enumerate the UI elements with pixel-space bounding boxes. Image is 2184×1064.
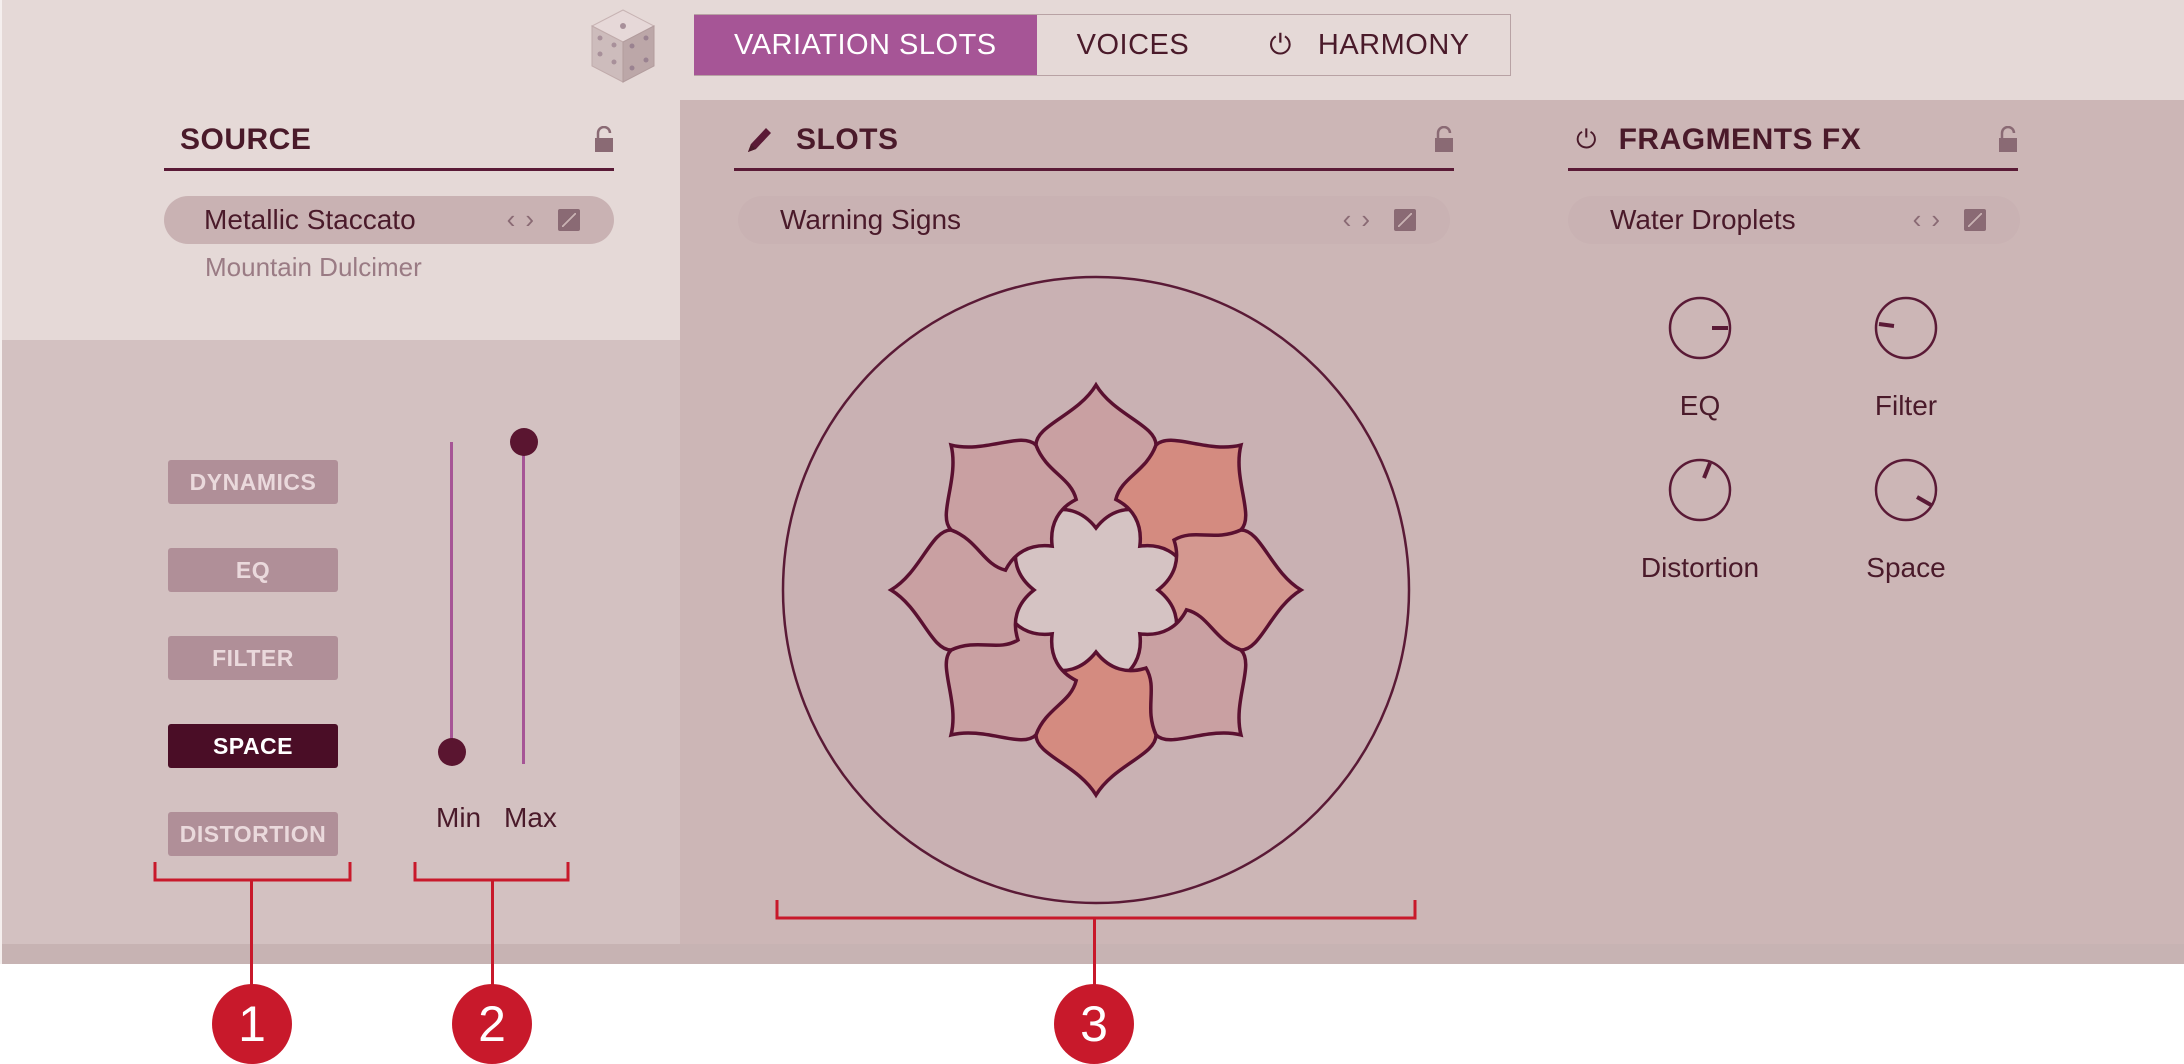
tab-label: VOICES xyxy=(1076,28,1190,61)
fragments-fx-header: ⏻ FRAGMENTS FX xyxy=(1568,112,2018,171)
max-slider-track[interactable] xyxy=(522,442,525,764)
source-title: SOURCE xyxy=(180,123,312,156)
space-knob[interactable] xyxy=(1874,458,1938,522)
filter-knob[interactable] xyxy=(1874,296,1938,360)
prev-next-arrows-icon[interactable]: ‹› xyxy=(1343,204,1380,235)
slots-header: SLOTS xyxy=(734,112,1454,171)
pencil-icon[interactable] xyxy=(744,124,774,156)
prev-next-arrows-icon[interactable]: ‹› xyxy=(507,204,544,235)
lock-icon[interactable] xyxy=(594,126,614,154)
param-filter-button[interactable]: FILTER xyxy=(168,636,338,680)
random-icon[interactable] xyxy=(558,209,580,231)
callout-2-badge: 2 xyxy=(452,984,532,1064)
tab-voices[interactable]: VOICES xyxy=(1037,15,1230,75)
min-label: Min xyxy=(436,802,482,833)
param-space-button[interactable]: SPACE xyxy=(168,724,338,768)
eq-knob[interactable] xyxy=(1668,296,1732,360)
bottom-strip xyxy=(0,944,2184,964)
tab-label: HARMONY xyxy=(1317,28,1470,61)
random-icon[interactable] xyxy=(1394,209,1416,231)
random-icon[interactable] xyxy=(1964,209,1986,231)
min-slider-handle[interactable] xyxy=(438,738,466,766)
dice-icon[interactable] xyxy=(588,6,658,86)
source-instrument-name: Mountain Dulcimer xyxy=(205,252,422,282)
lock-icon[interactable] xyxy=(1998,126,2018,154)
source-preset-name: Metallic Staccato xyxy=(204,204,416,235)
tab-variation-slots[interactable]: VARIATION SLOTS xyxy=(694,15,1037,75)
tab-label: VARIATION SLOTS xyxy=(734,28,997,61)
callout-3-line xyxy=(1093,918,1096,994)
filter-knob-label: Filter xyxy=(1874,390,1938,421)
param-eq-button[interactable]: EQ xyxy=(168,548,338,592)
slots-preset-name: Warning Signs xyxy=(780,204,962,235)
fragments-fx-preset-name: Water Droplets xyxy=(1610,204,1796,235)
source-header: SOURCE xyxy=(164,112,614,171)
callout-2-line xyxy=(491,880,494,994)
callout-1-line xyxy=(250,880,253,994)
eq-knob-label: EQ xyxy=(1679,390,1721,421)
space-knob-label: Space xyxy=(1866,552,1946,583)
distortion-knob[interactable] xyxy=(1668,458,1732,522)
power-icon[interactable]: ⏻ xyxy=(1269,29,1292,62)
slots-title: SLOTS xyxy=(796,123,899,156)
callout-1-badge: 1 xyxy=(212,984,292,1064)
source-preset-selector[interactable]: Metallic Staccato ‹› xyxy=(164,196,614,244)
slots-wheel xyxy=(781,275,1411,905)
panel-edge xyxy=(0,0,2,964)
param-dynamics-button[interactable]: DYNAMICS xyxy=(168,460,338,504)
tab-harmony[interactable]: ⏻ HARMONY xyxy=(1229,15,1509,75)
fragments-fx-preset-selector[interactable]: Water Droplets ‹› xyxy=(1568,196,2020,244)
min-slider-track[interactable] xyxy=(450,442,453,752)
max-slider-handle[interactable] xyxy=(510,428,538,456)
prev-next-arrows-icon[interactable]: ‹› xyxy=(1913,204,1950,235)
max-label: Max xyxy=(504,802,557,833)
callout-3-badge: 3 xyxy=(1054,984,1134,1064)
tab-bar: VARIATION SLOTS VOICES ⏻ HARMONY xyxy=(694,14,1511,76)
lock-icon[interactable] xyxy=(1434,126,1454,154)
distortion-knob-label: Distortion xyxy=(1640,552,1760,583)
fragments-fx-title: FRAGMENTS FX xyxy=(1618,123,1862,156)
slots-preset-selector[interactable]: Warning Signs ‹› xyxy=(738,196,1450,244)
annotation-brackets xyxy=(153,862,1417,920)
power-icon[interactable]: ⏻ xyxy=(1576,124,1597,156)
param-distortion-button[interactable]: DISTORTION xyxy=(168,812,338,856)
